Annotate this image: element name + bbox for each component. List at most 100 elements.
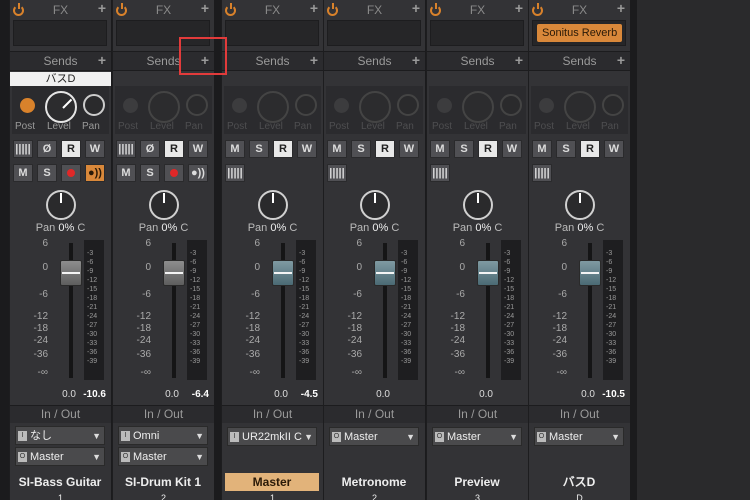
fx-add-button[interactable]: + [617, 0, 625, 16]
phase-button[interactable]: Ø [37, 140, 57, 158]
write-automation-button[interactable]: W [297, 140, 317, 158]
volume-fader[interactable] [268, 243, 298, 378]
pan-knob[interactable] [258, 190, 288, 220]
pan-knob[interactable] [360, 190, 390, 220]
fader-cap[interactable] [272, 260, 294, 286]
post-toggle[interactable] [123, 98, 138, 113]
input-select[interactable]: I UR22mkII C ▼ [227, 427, 317, 446]
input-echo-button[interactable]: ||||| [13, 140, 33, 158]
fx-power-icon[interactable] [327, 3, 338, 16]
sends-add-button[interactable]: + [515, 52, 523, 68]
sends-add-button[interactable]: + [310, 52, 318, 68]
input-select[interactable]: I なし ▼ [15, 426, 105, 445]
send-level-knob[interactable] [359, 91, 391, 123]
track-name[interactable]: SI-Drum Kit 1 [116, 473, 210, 491]
fx-power-icon[interactable] [430, 3, 441, 16]
write-automation-button[interactable]: W [85, 140, 105, 158]
fader-cap[interactable] [60, 260, 82, 286]
record-arm-button[interactable] [164, 164, 184, 182]
solo-button[interactable]: S [556, 140, 576, 158]
post-toggle[interactable] [539, 98, 554, 113]
fx-add-button[interactable]: + [201, 0, 209, 16]
fx-plugin[interactable]: Sonitus Reverb [537, 24, 623, 42]
input-monitor-button[interactable]: ●)) [85, 164, 105, 182]
fx-bin[interactable]: Sonitus Reverb [532, 20, 626, 46]
sends-add-button[interactable]: + [98, 52, 106, 68]
solo-button[interactable]: S [351, 140, 371, 158]
solo-button[interactable]: S [37, 164, 57, 182]
input-echo-button[interactable]: ||||| [532, 164, 552, 182]
read-automation-button[interactable]: R [273, 140, 293, 158]
fx-power-icon[interactable] [13, 3, 24, 16]
fader-cap[interactable] [163, 260, 185, 286]
read-automation-button[interactable]: R [478, 140, 498, 158]
record-arm-button[interactable] [61, 164, 81, 182]
input-echo-button[interactable]: ||||| [225, 164, 245, 182]
input-echo-button[interactable]: ||||| [116, 140, 136, 158]
read-automation-button[interactable]: R [164, 140, 184, 158]
mute-button[interactable]: M [116, 164, 136, 182]
track-name[interactable]: Metronome [327, 473, 421, 491]
send-name[interactable]: バスD [10, 72, 111, 86]
track-name[interactable]: バスD [532, 473, 626, 491]
write-automation-button[interactable]: W [188, 140, 208, 158]
send-pan-knob[interactable] [397, 94, 419, 116]
read-automation-button[interactable]: R [375, 140, 395, 158]
write-automation-button[interactable]: W [399, 140, 419, 158]
pan-knob[interactable] [149, 190, 179, 220]
read-automation-button[interactable]: R [61, 140, 81, 158]
write-automation-button[interactable]: W [502, 140, 522, 158]
input-select[interactable]: I Omni ▼ [118, 426, 208, 445]
send-pan-knob[interactable] [602, 94, 624, 116]
write-automation-button[interactable]: W [604, 140, 624, 158]
post-toggle[interactable] [232, 98, 247, 113]
track-name[interactable]: SI-Bass Guitar [13, 473, 107, 491]
mute-button[interactable]: M [327, 140, 347, 158]
fx-bin[interactable] [13, 20, 107, 46]
fx-bin[interactable] [225, 20, 319, 46]
output-select[interactable]: O Master ▼ [534, 427, 624, 446]
post-toggle[interactable] [437, 98, 452, 113]
input-monitor-button[interactable]: ●)) [188, 164, 208, 182]
sends-add-button[interactable]: + [412, 52, 420, 68]
output-select[interactable]: O Master ▼ [118, 447, 208, 466]
fx-add-button[interactable]: + [310, 0, 318, 16]
track-name[interactable]: Preview [430, 473, 524, 491]
mute-button[interactable]: M [532, 140, 552, 158]
volume-fader[interactable] [159, 243, 189, 378]
phase-button[interactable]: Ø [140, 140, 160, 158]
fx-add-button[interactable]: + [515, 0, 523, 16]
solo-button[interactable]: S [249, 140, 269, 158]
pan-knob[interactable] [46, 190, 76, 220]
output-select[interactable]: O Master ▼ [15, 447, 105, 466]
output-select[interactable]: O Master ▼ [329, 427, 419, 446]
send-pan-knob[interactable] [295, 94, 317, 116]
send-pan-knob[interactable] [186, 94, 208, 116]
send-pan-knob[interactable] [83, 94, 105, 116]
send-pan-knob[interactable] [500, 94, 522, 116]
fader-cap[interactable] [579, 260, 601, 286]
solo-button[interactable]: S [454, 140, 474, 158]
mute-button[interactable]: M [13, 164, 33, 182]
fx-bin[interactable] [327, 20, 421, 46]
fx-power-icon[interactable] [116, 3, 127, 16]
fx-power-icon[interactable] [532, 3, 543, 16]
post-toggle[interactable] [334, 98, 349, 113]
volume-fader[interactable] [370, 243, 400, 378]
send-level-knob[interactable] [148, 91, 180, 123]
input-echo-button[interactable]: ||||| [430, 164, 450, 182]
mute-button[interactable]: M [225, 140, 245, 158]
input-echo-button[interactable]: ||||| [327, 164, 347, 182]
send-level-knob[interactable] [462, 91, 494, 123]
fx-power-icon[interactable] [225, 3, 236, 16]
read-automation-button[interactable]: R [580, 140, 600, 158]
sends-add-button[interactable]: + [617, 52, 625, 68]
fader-cap[interactable] [477, 260, 499, 286]
send-level-knob[interactable] [45, 91, 77, 123]
track-name[interactable]: Master [225, 473, 319, 491]
fx-add-button[interactable]: + [98, 0, 106, 16]
fader-cap[interactable] [374, 260, 396, 286]
mute-button[interactable]: M [430, 140, 450, 158]
fx-add-button[interactable]: + [412, 0, 420, 16]
send-level-knob[interactable] [257, 91, 289, 123]
